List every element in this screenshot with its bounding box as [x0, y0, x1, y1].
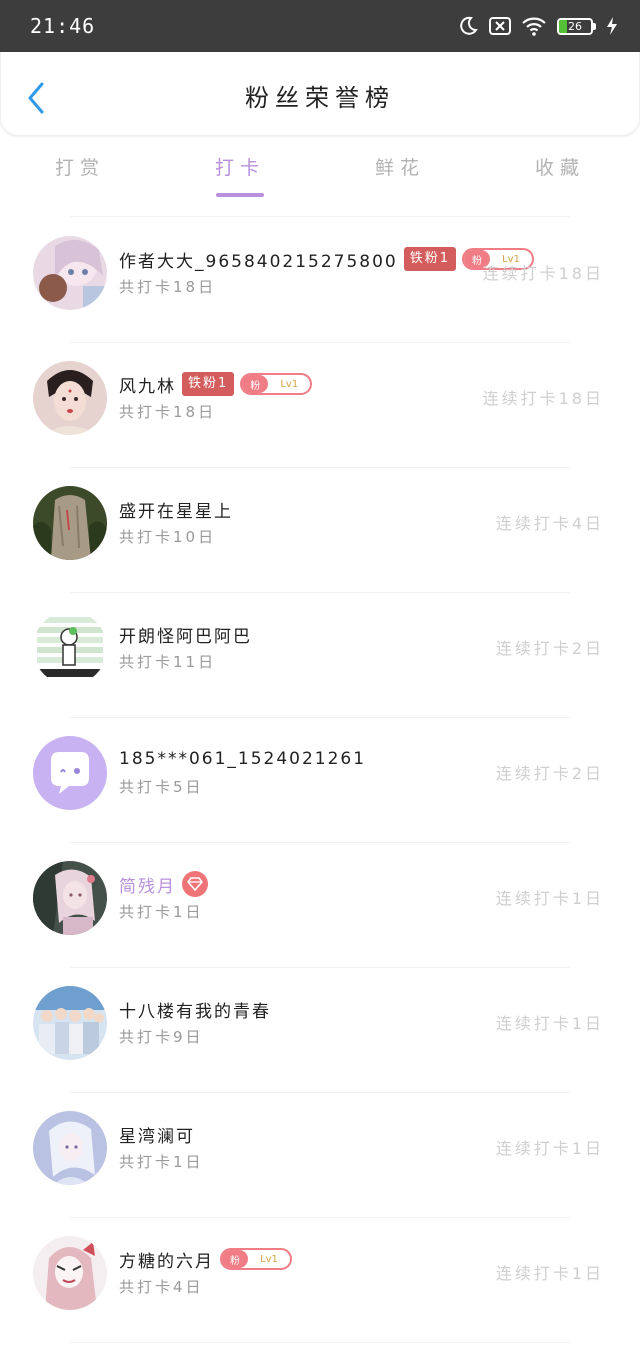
tab-bar: 打赏 打卡 鲜花 收藏: [0, 140, 640, 200]
tab-checkin[interactable]: 打卡: [160, 140, 320, 200]
divider: [70, 216, 570, 217]
user-name[interactable]: 十八楼有我的青春: [119, 997, 271, 1022]
checkin-streak: 连续打卡1日: [495, 1139, 604, 1158]
total-checkin-count: 共打卡18日: [119, 278, 217, 296]
avatar[interactable]: [33, 986, 107, 1060]
avatar[interactable]: [33, 236, 107, 310]
tab-label: 打卡: [214, 157, 265, 179]
tab-active-indicator: [216, 193, 264, 197]
fan-lv-badge: 粉 Lv1: [220, 1248, 292, 1270]
name-line: 185***061_1524021261: [119, 746, 366, 772]
list-item[interactable]: 简残月 共打卡1日 连续打卡1日: [0, 843, 640, 968]
list-item[interactable]: 开朗怪阿巴阿巴 共打卡11日 连续打卡2日: [0, 593, 640, 718]
status-time: 21:46: [30, 14, 96, 38]
list-item[interactable]: 方糖的六月 粉 Lv1 共打卡4日 连续打卡1日: [0, 1218, 640, 1343]
total-checkin-count: 共打卡9日: [119, 1028, 204, 1046]
checkin-streak: 连续打卡1日: [495, 889, 604, 908]
user-name[interactable]: 风九林: [119, 372, 176, 397]
total-checkin-count: 共打卡11日: [119, 653, 217, 671]
checkin-streak: 连续打卡2日: [495, 639, 604, 658]
fan-pill-level: Lv1: [260, 1253, 278, 1265]
list-item[interactable]: 风九林 铁粉1 粉 Lv1 共打卡18日 连续打卡18日: [0, 343, 640, 468]
checkin-streak: 连续打卡2日: [495, 764, 604, 783]
user-name[interactable]: 作者大大_965840215275800: [119, 247, 398, 272]
status-bar: 21:46 26: [0, 0, 640, 52]
fan-level-badge: 铁粉1: [403, 247, 457, 271]
list-item[interactable]: 盛开在星星上 共打卡10日 连续打卡4日: [0, 468, 640, 593]
user-name[interactable]: 方糖的六月: [119, 1247, 214, 1272]
fan-pill-level: Lv1: [280, 378, 299, 390]
avatar[interactable]: [33, 486, 107, 560]
tab-label: 打赏: [54, 157, 105, 179]
avatar[interactable]: [33, 611, 107, 685]
total-checkin-count: 共打卡18日: [119, 403, 217, 421]
name-line: 作者大大_965840215275800 铁粉1 粉 Lv1: [119, 246, 535, 272]
list-item[interactable]: 185***061_1524021261 共打卡5日 连续打卡2日: [0, 718, 640, 843]
name-line: 简残月: [119, 871, 208, 897]
list-item[interactable]: 作者大大_965840215275800 铁粉1 粉 Lv1 共打卡18日 连续…: [0, 218, 640, 343]
name-line: 方糖的六月 粉 Lv1: [119, 1246, 292, 1272]
name-line: 风九林 铁粉1 粉 Lv1: [119, 371, 313, 397]
avatar[interactable]: [33, 361, 107, 435]
checkin-streak: 连续打卡1日: [495, 1014, 604, 1033]
avatar[interactable]: [33, 861, 107, 935]
avatar[interactable]: [33, 1236, 107, 1310]
diamond-icon: [182, 871, 208, 897]
user-name[interactable]: 开朗怪阿巴阿巴: [119, 622, 252, 647]
status-icons: 26: [457, 15, 618, 37]
tab-label: 收藏: [534, 157, 585, 179]
list-item[interactable]: 十八楼有我的青春 共打卡9日 连续打卡1日: [0, 968, 640, 1093]
total-checkin-count: 共打卡10日: [119, 528, 217, 546]
battery-icon: 26: [557, 17, 596, 35]
tab-favorites[interactable]: 收藏: [480, 140, 640, 200]
checkin-streak: 连续打卡18日: [482, 264, 604, 283]
checkin-streak: 连续打卡1日: [495, 1264, 604, 1283]
charging-icon: [606, 16, 618, 36]
list-item[interactable]: 星湾澜可 共打卡1日 连续打卡1日: [0, 1093, 640, 1218]
checkin-streak: 连续打卡18日: [482, 389, 604, 408]
fan-lv-badge: 粉 Lv1: [240, 373, 313, 395]
tab-flowers[interactable]: 鲜花: [320, 140, 480, 200]
name-line: 十八楼有我的青春: [119, 996, 271, 1022]
avatar[interactable]: [33, 1111, 107, 1185]
user-name[interactable]: 简残月: [119, 872, 176, 897]
battery-level: 26: [568, 19, 582, 33]
name-line: 开朗怪阿巴阿巴: [119, 621, 252, 647]
total-checkin-count: 共打卡4日: [119, 1278, 204, 1296]
user-name[interactable]: 盛开在星星上: [119, 497, 233, 522]
header: 粉丝荣誉榜: [0, 52, 640, 136]
page-title: 粉丝荣誉榜: [245, 84, 395, 112]
wifi-icon: [521, 16, 547, 36]
name-line: 盛开在星星上: [119, 496, 233, 522]
moon-icon: [457, 15, 479, 37]
fan-pill-label: 粉: [242, 375, 269, 393]
fan-pill-label: 粉: [222, 1250, 248, 1268]
total-checkin-count: 共打卡1日: [119, 1153, 204, 1171]
divider: [70, 1342, 570, 1343]
total-checkin-count: 共打卡5日: [119, 778, 204, 796]
fan-ranking-list: 作者大大_965840215275800 铁粉1 粉 Lv1 共打卡18日 连续…: [0, 218, 640, 1343]
user-name[interactable]: 星湾澜可: [119, 1122, 195, 1147]
total-checkin-count: 共打卡1日: [119, 903, 204, 921]
tab-reward[interactable]: 打赏: [0, 140, 160, 200]
avatar[interactable]: [33, 736, 107, 810]
user-name[interactable]: 185***061_1524021261: [119, 749, 366, 769]
name-line: 星湾澜可: [119, 1121, 195, 1147]
tab-label: 鲜花: [374, 157, 425, 179]
sim-off-icon: [489, 17, 511, 35]
fan-level-badge: 铁粉1: [182, 372, 235, 396]
checkin-streak: 连续打卡4日: [495, 514, 604, 533]
